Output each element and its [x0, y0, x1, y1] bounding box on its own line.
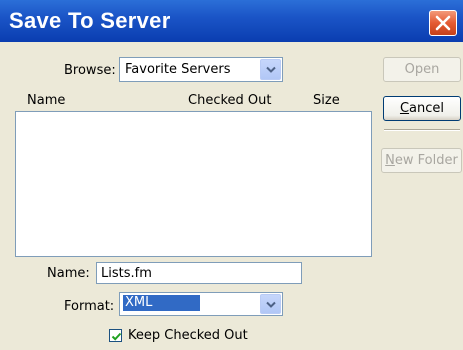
cancel-label: ancel [409, 101, 445, 116]
checkmark-icon [111, 332, 122, 341]
cancel-button[interactable]: Cancel [383, 96, 461, 121]
save-to-server-dialog: Save To Server Browse: Favorite Servers … [0, 0, 463, 350]
chevron-down-icon [266, 66, 276, 73]
name-field-value: Lists.fm [101, 266, 152, 281]
browse-label: Browse: [64, 63, 116, 78]
format-dropdown-button[interactable] [260, 294, 281, 314]
format-label: Format: [64, 299, 115, 314]
file-list[interactable] [15, 111, 372, 257]
close-button[interactable] [429, 10, 457, 36]
cancel-mnemonic: C [399, 101, 410, 116]
browse-dropdown[interactable]: Favorite Servers [119, 57, 283, 82]
column-header-name[interactable]: Name [27, 93, 65, 108]
column-header-checked-out[interactable]: Checked Out [188, 93, 271, 108]
title-bar[interactable]: Save To Server [0, 0, 463, 42]
chevron-down-icon [266, 301, 276, 308]
keep-checked-out-label[interactable]: Keep Checked Out [128, 328, 248, 343]
separator-highlight [384, 130, 460, 131]
name-field[interactable]: Lists.fm [96, 262, 302, 284]
format-selected-value: XML [121, 294, 202, 312]
column-header-size[interactable]: Size [313, 93, 340, 108]
keep-checked-out-checkbox[interactable] [109, 329, 122, 342]
dialog-title: Save To Server [9, 8, 171, 33]
browse-selected-value: Favorite Servers [125, 62, 231, 77]
close-icon [435, 15, 451, 31]
browse-dropdown-button[interactable] [260, 59, 281, 80]
name-label: Name: [47, 266, 90, 281]
open-button[interactable]: Open [383, 57, 461, 82]
format-dropdown[interactable]: XML [119, 292, 283, 316]
new-folder-label: ew Folder [394, 153, 458, 168]
new-folder-button[interactable]: New Folder [381, 148, 462, 173]
new-folder-mnemonic: N [385, 153, 395, 168]
